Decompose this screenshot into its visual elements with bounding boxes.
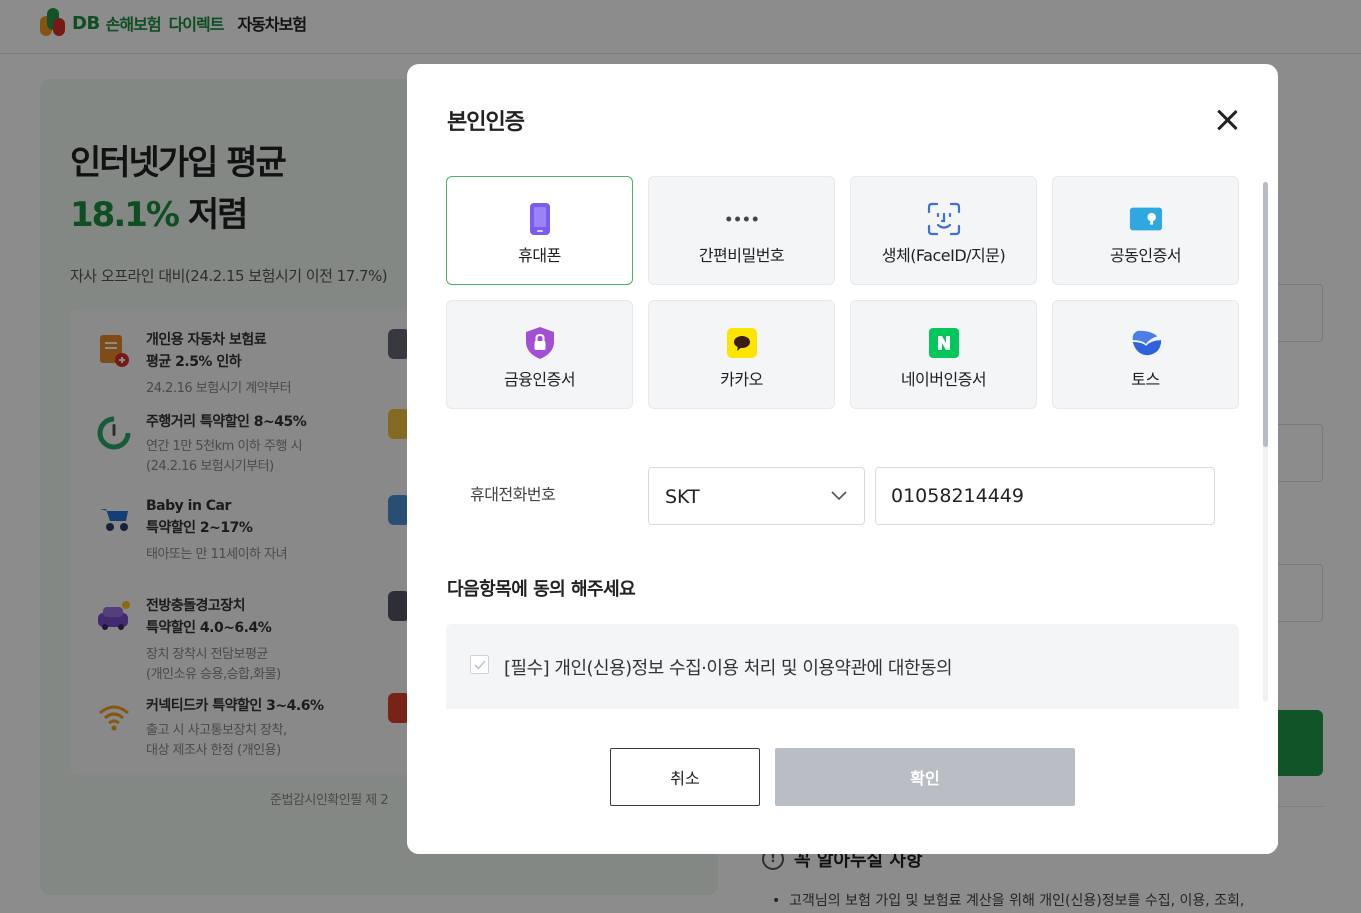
auth-method-toss[interactable]: 토스 — [1052, 300, 1239, 409]
agreement-title: 다음항목에 동의 해주세요 — [447, 579, 636, 600]
auth-method-joint-certificate[interactable]: 공동인증서 — [1052, 176, 1239, 285]
cancel-button[interactable]: 취소 — [610, 748, 760, 806]
certificate-icon — [1129, 202, 1163, 236]
agreement-item: [필수] 개인(신용)정보 수집·이용 처리 및 이용약관에 대한동의 — [446, 624, 1239, 714]
scrollbar-thumb[interactable] — [1263, 182, 1268, 447]
carrier-selected-value: SKT — [665, 486, 700, 508]
confirm-button[interactable]: 확인 — [775, 748, 1075, 806]
carrier-select[interactable]: SKT — [648, 467, 865, 525]
kakao-icon — [725, 326, 759, 360]
close-button[interactable] — [1213, 106, 1241, 134]
dots-icon — [725, 202, 759, 236]
phone-number-input[interactable] — [875, 467, 1215, 525]
auth-method-grid: 휴대폰 간편비밀번호 생체(FaceID/지문) 공동인증서 금융인증서 카카오… — [446, 176, 1239, 409]
toss-icon — [1129, 326, 1163, 360]
auth-method-naver[interactable]: 네이버인증서 — [850, 300, 1037, 409]
phone-icon — [523, 202, 557, 236]
face-id-icon — [927, 202, 961, 236]
auth-method-phone[interactable]: 휴대폰 — [446, 176, 633, 285]
auth-method-simple-password[interactable]: 간편비밀번호 — [648, 176, 835, 285]
auth-method-biometric[interactable]: 생체(FaceID/지문) — [850, 176, 1037, 285]
shield-lock-icon — [523, 326, 557, 360]
identity-verification-modal: 본인인증 휴대폰 간편비밀번호 생체(FaceID/지문) 공동인증서 금융인증… — [407, 64, 1278, 854]
agreement-checkbox[interactable] — [470, 655, 489, 674]
auth-method-financial-certificate[interactable]: 금융인증서 — [446, 300, 633, 409]
agreement-text[interactable]: [필수] 개인(신용)정보 수집·이용 처리 및 이용약관에 대한동의 — [504, 654, 953, 680]
modal-title: 본인인증 — [447, 110, 525, 135]
auth-method-kakao[interactable]: 카카오 — [648, 300, 835, 409]
chevron-down-icon — [831, 487, 847, 503]
naver-icon — [927, 326, 961, 360]
phone-number-label: 휴대전화번호 — [470, 485, 556, 504]
